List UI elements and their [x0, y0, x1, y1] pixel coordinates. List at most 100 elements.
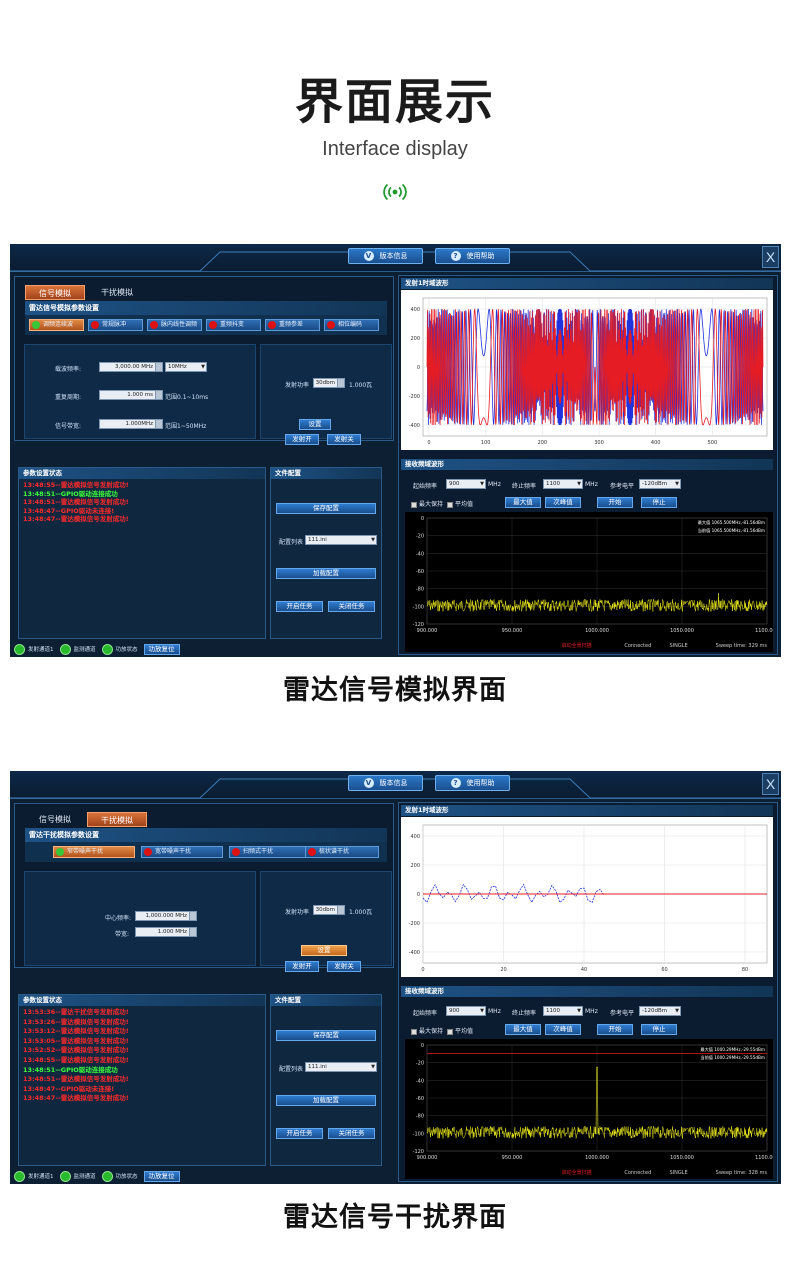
tx-off-button[interactable]: 发射关 [327, 961, 361, 972]
stop-freq-select[interactable]: 1100 ▼ [543, 479, 583, 489]
caption-2: 雷达信号干扰界面 [283, 1202, 507, 1233]
chevron-down-icon: ▼ [675, 481, 679, 487]
mode-button[interactable]: 重频抖变 [206, 319, 261, 331]
next-peak-button[interactable]: 次峰值 [545, 1024, 581, 1035]
tx-off-button[interactable]: 发射关 [327, 434, 361, 445]
mode-label: 扫频式干扰 [243, 848, 274, 855]
power-value: 30dbm [315, 907, 335, 913]
x-tick-label: 950.000 [502, 628, 523, 634]
max-value-button[interactable]: 最大值 [505, 497, 541, 508]
step-select[interactable]: 10MHz ▼ [165, 362, 207, 372]
tx-on-button[interactable]: 发射开 [285, 961, 319, 972]
mode-button[interactable]: 调频连续波 [29, 319, 84, 331]
save-config-button[interactable]: 保存配置 [276, 503, 376, 514]
checkbox[interactable] [447, 501, 453, 508]
load-config-button[interactable]: 加载配置 [276, 1095, 376, 1106]
set-button[interactable]: 设置 [301, 945, 347, 956]
bandwidth-value: 1.000 MHz [157, 929, 187, 935]
tx-on-button[interactable]: 发射开 [285, 434, 319, 445]
help-button[interactable]: ? 使用帮助 [435, 248, 510, 264]
tab-jam-sim[interactable]: 干扰模拟 [87, 812, 147, 827]
help-label: 使用帮助 [466, 779, 495, 787]
center-freq-input[interactable]: 1,000.000 MHz [135, 911, 197, 921]
stop-button[interactable]: 停止 [641, 1024, 677, 1035]
checkbox[interactable] [447, 1028, 453, 1035]
mode-button[interactable]: 相位编码 [324, 319, 379, 331]
amp-reset-button[interactable]: 功放复位 [143, 643, 180, 655]
y-tick-label: 0 [421, 1043, 424, 1049]
config-list-select[interactable]: 111.ini ▼ [305, 535, 377, 545]
mode-button[interactable]: 梳状谱干扰 [305, 846, 379, 858]
next-peak-button[interactable]: 次峰值 [545, 497, 581, 508]
y-tick-label: -80 [416, 587, 424, 593]
params-title: 雷达干扰模拟参数设置 [25, 828, 387, 842]
stop-button[interactable]: 停止 [641, 497, 677, 508]
max-hold-label: 最大保持 [419, 1028, 444, 1035]
checkbox[interactable] [411, 501, 417, 508]
tab-signal-sim[interactable]: 信号模拟 [25, 812, 85, 827]
version-info-button[interactable]: V 版本信息 [348, 775, 423, 791]
spectrum-chart: 0 -20 -40 -60 -80 -100 -120 900.000 950.000 1000.… [405, 512, 779, 652]
close-button[interactable]: X [762, 773, 779, 795]
spectrum-chart: 0 -20 -40 -60 -80 -100 -120 900.000 950.000 1000.… [405, 1039, 779, 1179]
mode-button[interactable]: 脉内线性调频 [147, 319, 202, 331]
start-freq-select[interactable]: 900 ▼ [446, 479, 486, 489]
period-input[interactable]: 1.000 ms [99, 390, 163, 400]
status-led-icon [101, 643, 113, 655]
mode-button[interactable]: 扫频式干扰 [229, 846, 311, 858]
stop-freq-value: 1100 [546, 481, 560, 487]
connection-status: Connected [624, 1170, 651, 1176]
start-button[interactable]: 开始 [597, 1024, 633, 1035]
mode-button[interactable]: 重频参差 [265, 319, 320, 331]
ref-level-select[interactable]: -120dBm ▼ [639, 479, 681, 489]
spinner-icon [189, 928, 196, 936]
help-button[interactable]: ? 使用帮助 [435, 775, 510, 791]
y-tick-label: 200 [410, 863, 420, 869]
bandwidth-range-note: 范围1~50MHz [165, 423, 207, 430]
stop-freq-select[interactable]: 1100 ▼ [543, 1006, 583, 1016]
log-line-1: 13:53:26--雷达模拟信号发射成功! [23, 1017, 129, 1026]
tab-jam-sim[interactable]: 干扰模拟 [87, 285, 147, 300]
y-tick-label: -40 [416, 1078, 424, 1084]
ref-level-value: -120dBm [642, 481, 668, 487]
start-task-button[interactable]: 开启任务 [276, 1128, 323, 1139]
start-button[interactable]: 开始 [597, 497, 633, 508]
center-freq-value: 1,000.000 MHz [145, 913, 187, 919]
save-config-button[interactable]: 保存配置 [276, 1030, 376, 1041]
max-value-button[interactable]: 最大值 [505, 1024, 541, 1035]
carrier-freq-input[interactable]: 3,000.00 MHz [99, 362, 163, 372]
tab-signal-sim[interactable]: 信号模拟 [25, 285, 85, 300]
log-line-8: 13:48:47--GPIO驱动未连接! [23, 1084, 115, 1093]
mode-button[interactable]: 窄带噪声干扰 [53, 846, 135, 858]
bandwidth-value: 1.000MHz [125, 421, 153, 427]
amp-reset-button[interactable]: 功放复位 [143, 1170, 180, 1182]
start-task-button[interactable]: 开启任务 [276, 601, 323, 612]
start-freq-select[interactable]: 900 ▼ [446, 1006, 486, 1016]
close-button[interactable]: X [762, 246, 779, 268]
mode-button[interactable]: 宽带噪声干扰 [141, 846, 223, 858]
checkbox[interactable] [411, 1028, 417, 1035]
x-tick-label: 0 [421, 967, 424, 973]
log-line-0: 13:48:55--雷达模拟信号发射成功! [23, 481, 129, 489]
spectrum-title: 接收频域波形 [401, 986, 773, 997]
spectrum-plot: 0-20-40-60-80-100-120900.000 950.000 1000.… [413, 516, 779, 649]
power-input[interactable]: 30dbm [313, 378, 345, 388]
bandwidth-input[interactable]: 1.000 MHz [135, 927, 197, 937]
stop-task-button[interactable]: 关闭任务 [328, 1128, 375, 1139]
power-input[interactable]: 30dbm [313, 905, 345, 915]
window-topbar: V 版本信息 ? 使用帮助 X [10, 771, 781, 799]
mode-button[interactable]: 常规脉冲 [88, 319, 143, 331]
y-tick-label: -40 [416, 551, 424, 557]
ref-level-select[interactable]: -120dBm ▼ [639, 1006, 681, 1016]
chevron-down-icon: ▼ [371, 537, 375, 543]
spectrum-plot: 0-20-40-60-80-100-120900.000 950.000 1000.… [413, 1043, 779, 1176]
page-subtitle: Interface display [322, 138, 468, 160]
chevron-down-icon: ▼ [201, 364, 205, 370]
file-config-title: 文件配置 [271, 995, 381, 1006]
stop-task-button[interactable]: 关闭任务 [328, 601, 375, 612]
load-config-button[interactable]: 加载配置 [276, 568, 376, 579]
set-button[interactable]: 设置 [299, 419, 331, 430]
version-info-button[interactable]: V 版本信息 [348, 248, 423, 264]
bandwidth-input[interactable]: 1.000MHz [99, 419, 163, 429]
config-list-select[interactable]: 111.ini ▼ [305, 1062, 377, 1072]
